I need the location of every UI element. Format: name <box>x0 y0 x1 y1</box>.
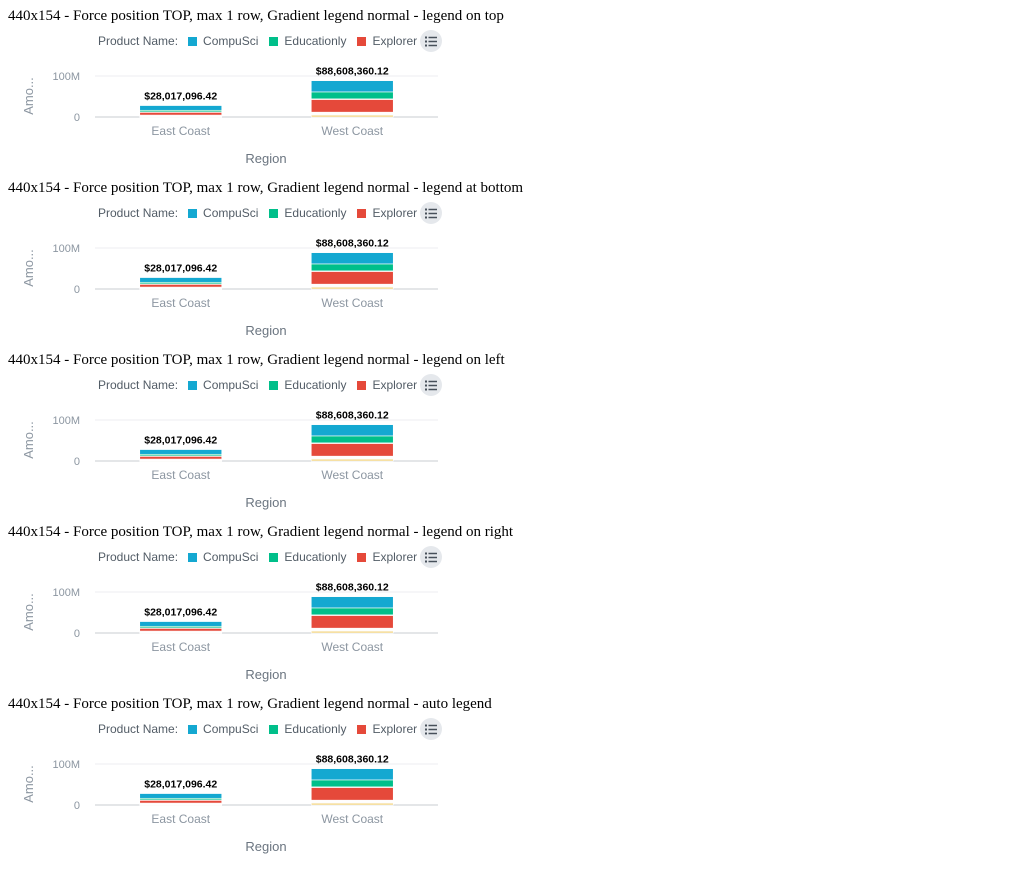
bar-segment[interactable] <box>310 424 394 437</box>
bar-segment[interactable] <box>310 271 394 285</box>
bar-segment[interactable] <box>310 768 394 781</box>
y-tick-label: 0 <box>74 800 80 812</box>
bar-total-label: $28,017,096.42 <box>144 607 217 619</box>
chart-block-title: 440x154 - Force position TOP, max 1 row,… <box>8 8 504 24</box>
x-axis-label: Region <box>245 323 286 338</box>
chart-container: Product Name: CompuSci Educationly Explorer… <box>8 370 448 524</box>
x-axis-label: Region <box>245 667 286 682</box>
bar-segment[interactable] <box>310 779 394 788</box>
y-tick-label: 100M <box>52 71 80 83</box>
bar-segment[interactable] <box>139 277 223 283</box>
y-tick-label: 0 <box>74 112 80 124</box>
x-tick-label: East Coast <box>151 812 210 826</box>
chart-container: Product Name: CompuSci Educationly Explorer… <box>8 26 448 180</box>
y-tick-label: 0 <box>74 456 80 468</box>
bar-segment[interactable] <box>310 91 394 100</box>
chart-container: Product Name: CompuSci Educationly Explorer… <box>8 542 448 696</box>
bar-chart: 0 100M Amo... Region $28,017,096.42 East Coas… <box>21 238 438 338</box>
chart-block: 440x154 - Force position TOP, max 1 row,… <box>0 172 1024 344</box>
bar-total-label: $88,608,360.12 <box>316 582 389 594</box>
y-tick-label: 0 <box>74 628 80 640</box>
y-tick-label: 100M <box>52 759 80 771</box>
x-axis-label: Region <box>245 151 286 166</box>
x-tick-label: East Coast <box>151 640 210 654</box>
bar-total-label: $88,608,360.12 <box>316 238 389 250</box>
bar-segment[interactable] <box>310 435 394 444</box>
x-tick-label: West Coast <box>321 468 383 482</box>
y-tick-label: 100M <box>52 415 80 427</box>
bar-total-label: $88,608,360.12 <box>316 66 389 78</box>
bar-total-label: $28,017,096.42 <box>144 91 217 103</box>
chart-container: Product Name: CompuSci Educationly Explorer… <box>8 198 448 352</box>
bar-segment[interactable] <box>310 443 394 457</box>
x-axis-label: Region <box>245 495 286 510</box>
y-tick-label: 100M <box>52 587 80 599</box>
bar-segment[interactable] <box>139 105 223 111</box>
bar-total-label: $28,017,096.42 <box>144 263 217 275</box>
y-axis-label: Amo... <box>21 421 36 459</box>
bar-segment[interactable] <box>310 615 394 629</box>
chart-block-title: 440x154 - Force position TOP, max 1 row,… <box>8 524 514 540</box>
bar-chart: 0 100M Amo... Region $28,017,096.42 East Coas… <box>21 582 438 682</box>
bar-segment[interactable] <box>310 99 394 113</box>
bar-total-label: $88,608,360.12 <box>316 754 389 766</box>
x-tick-label: West Coast <box>321 124 383 138</box>
bar-chart: 0 100M Amo... Region $28,017,096.42 East Coas… <box>21 66 438 166</box>
y-axis-label: Amo... <box>21 77 36 115</box>
chart-block: 440x154 - Force position TOP, max 1 row,… <box>0 0 1024 172</box>
x-tick-label: West Coast <box>321 296 383 310</box>
chart-block-title: 440x154 - Force position TOP, max 1 row,… <box>8 352 505 368</box>
x-axis-label: Region <box>245 839 286 854</box>
chart-block-title: 440x154 - Force position TOP, max 1 row,… <box>8 696 492 712</box>
bar-segment[interactable] <box>310 263 394 272</box>
y-axis-label: Amo... <box>21 765 36 803</box>
x-tick-label: West Coast <box>321 640 383 654</box>
bar-segment[interactable] <box>139 621 223 627</box>
x-tick-label: East Coast <box>151 124 210 138</box>
bar-segment[interactable] <box>310 80 394 93</box>
bar-segment[interactable] <box>139 449 223 455</box>
bar-segment[interactable] <box>310 596 394 609</box>
chart-container: Product Name: CompuSci Educationly Explorer… <box>8 714 448 868</box>
bar-total-label: $28,017,096.42 <box>144 779 217 791</box>
x-tick-label: West Coast <box>321 812 383 826</box>
bar-segment[interactable] <box>310 607 394 616</box>
bar-segment[interactable] <box>139 793 223 799</box>
bar-segment[interactable] <box>310 252 394 265</box>
bar-chart: 0 100M Amo... Region $28,017,096.42 East Coas… <box>21 410 438 510</box>
chart-block: 440x154 - Force position TOP, max 1 row,… <box>0 688 1024 860</box>
y-tick-label: 0 <box>74 284 80 296</box>
chart-block: 440x154 - Force position TOP, max 1 row,… <box>0 344 1024 516</box>
bar-total-label: $28,017,096.42 <box>144 435 217 447</box>
chart-block-title: 440x154 - Force position TOP, max 1 row,… <box>8 180 524 196</box>
bar-chart: 0 100M Amo... Region $28,017,096.42 East Coas… <box>21 754 438 854</box>
bar-segment[interactable] <box>310 787 394 801</box>
bar-total-label: $88,608,360.12 <box>316 410 389 422</box>
y-axis-label: Amo... <box>21 593 36 631</box>
y-tick-label: 100M <box>52 243 80 255</box>
chart-block: 440x154 - Force position TOP, max 1 row,… <box>0 516 1024 688</box>
y-axis-label: Amo... <box>21 249 36 287</box>
x-tick-label: East Coast <box>151 296 210 310</box>
x-tick-label: East Coast <box>151 468 210 482</box>
